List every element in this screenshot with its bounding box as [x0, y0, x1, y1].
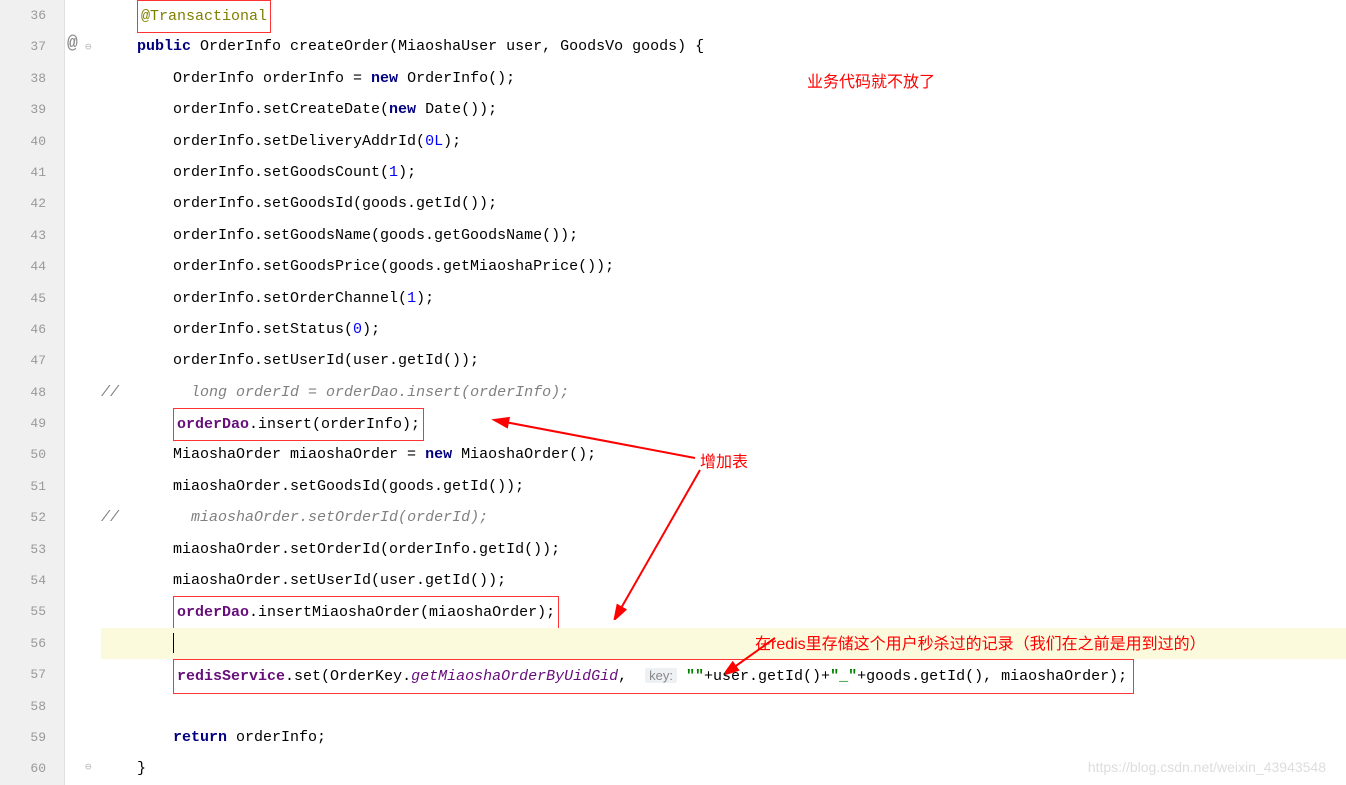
- code-line[interactable]: orderInfo.setGoodsName(goods.getGoodsNam…: [101, 220, 1346, 251]
- code-line[interactable]: @Transactional: [101, 0, 1346, 31]
- line-number: 58: [0, 691, 46, 722]
- line-number: 49: [0, 408, 46, 439]
- code-line[interactable]: orderInfo.setGoodsId(goods.getId());: [101, 188, 1346, 219]
- annotation-note-3: 在redis里存储这个用户秒杀过的记录（我们在之前是用到过的）: [755, 630, 1206, 654]
- line-number: 41: [0, 157, 46, 188]
- code-line[interactable]: miaoshaOrder.setUserId(user.getId());: [101, 565, 1346, 596]
- line-number: 42: [0, 188, 46, 219]
- line-number: 56: [0, 628, 46, 659]
- code-line[interactable]: public OrderInfo createOrder(MiaoshaUser…: [101, 31, 1346, 62]
- line-number: 40: [0, 126, 46, 157]
- code-line[interactable]: [101, 691, 1346, 722]
- line-number: 54: [0, 565, 46, 596]
- line-number: 52: [0, 502, 46, 533]
- line-number: 45: [0, 283, 46, 314]
- at-marker-icon: @: [67, 34, 78, 54]
- code-line[interactable]: orderInfo.setUserId(user.getId());: [101, 345, 1346, 376]
- fold-end-icon[interactable]: ⊖: [85, 760, 92, 774]
- watermark-text: https://blog.csdn.net/weixin_43943548: [1088, 759, 1326, 775]
- line-number: 57: [0, 659, 46, 690]
- code-line[interactable]: orderInfo.setGoodsCount(1);: [101, 157, 1346, 188]
- line-number: 38: [0, 63, 46, 94]
- line-number: 43: [0, 220, 46, 251]
- line-number: 44: [0, 251, 46, 282]
- code-editor[interactable]: @Transactional public OrderInfo createOr…: [95, 0, 1346, 785]
- code-line[interactable]: miaoshaOrder.setOrderId(orderInfo.getId(…: [101, 534, 1346, 565]
- line-number: 50: [0, 439, 46, 470]
- line-number: 39: [0, 94, 46, 125]
- code-line[interactable]: orderDao.insert(orderInfo);: [101, 408, 1346, 439]
- line-number: 36: [0, 0, 46, 31]
- code-line[interactable]: miaoshaOrder.setGoodsId(goods.getId());: [101, 471, 1346, 502]
- line-number: 55: [0, 596, 46, 627]
- code-line[interactable]: orderDao.insertMiaoshaOrder(miaoshaOrder…: [101, 596, 1346, 627]
- annotation-note-2: 增加表: [700, 448, 748, 472]
- line-number: 59: [0, 722, 46, 753]
- line-number: 51: [0, 471, 46, 502]
- code-line[interactable]: orderInfo.setCreateDate(new Date());: [101, 94, 1346, 125]
- annotation-note-1: 业务代码就不放了: [807, 68, 935, 92]
- code-line[interactable]: // miaoshaOrder.setOrderId(orderId);: [101, 502, 1346, 533]
- marker-column: @ ⊖ ⊖: [65, 0, 95, 785]
- line-number-gutter: 36 37 38 39 40 41 42 43 44 45 46 47 48 4…: [0, 0, 65, 785]
- code-line[interactable]: redisService.set(OrderKey.getMiaoshaOrde…: [101, 659, 1346, 690]
- line-number: 60: [0, 753, 46, 784]
- code-line[interactable]: orderInfo.setDeliveryAddrId(0L);: [101, 126, 1346, 157]
- text-caret: [173, 633, 174, 653]
- code-line[interactable]: orderInfo.setGoodsPrice(goods.getMiaosha…: [101, 251, 1346, 282]
- code-line[interactable]: return orderInfo;: [101, 722, 1346, 753]
- line-number: 37: [0, 31, 46, 62]
- code-line[interactable]: // long orderId = orderDao.insert(orderI…: [101, 377, 1346, 408]
- code-line[interactable]: orderInfo.setStatus(0);: [101, 314, 1346, 345]
- code-line[interactable]: orderInfo.setOrderChannel(1);: [101, 283, 1346, 314]
- line-number: 48: [0, 377, 46, 408]
- line-number: 46: [0, 314, 46, 345]
- line-number: 47: [0, 345, 46, 376]
- line-number: 53: [0, 534, 46, 565]
- fold-icon[interactable]: ⊖: [85, 40, 92, 54]
- code-line[interactable]: OrderInfo orderInfo = new OrderInfo();: [101, 63, 1346, 94]
